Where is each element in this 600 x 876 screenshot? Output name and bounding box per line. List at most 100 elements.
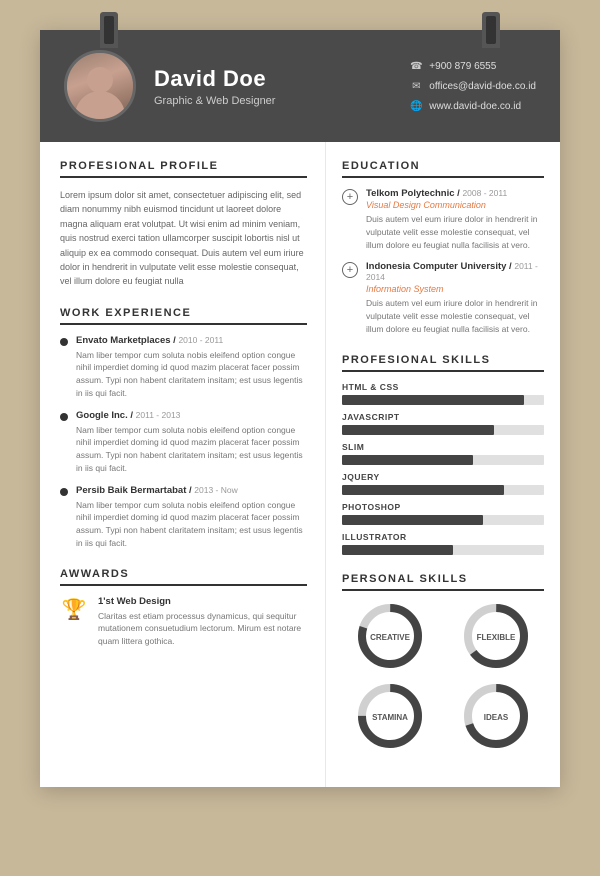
left-column: PROFESIONAL PROFILE Lorem ipsum dolor si… <box>40 142 326 787</box>
skill-bar-fill <box>342 515 483 525</box>
avatar-image <box>67 53 133 119</box>
donut-label: STAMINA <box>372 713 408 722</box>
edu-subject: Information System <box>366 284 544 294</box>
profile-section-title: PROFESIONAL PROFILE <box>60 160 307 178</box>
skill-item: JAVASCRIPT <box>342 412 544 435</box>
contact-website: 🌐 www.david-doe.co.id <box>409 99 536 113</box>
donut-chart: FLEXIBLE <box>461 601 531 671</box>
email-icon: ✉ <box>409 79 423 93</box>
resume: David Doe Graphic & Web Designer ☎ +900 … <box>40 30 560 787</box>
awards-section-title: AWWARDS <box>60 568 307 586</box>
work-item: Envato Marketplaces / 2010 - 2011 Nam li… <box>60 335 307 400</box>
education-section: EDUCATION + Telkom Polytechnic / 2008 - … <box>342 160 544 336</box>
prof-skills-section: PROFESIONAL SKILLS HTML & CSS JAVASCRIPT… <box>342 354 544 555</box>
donut-chart: CREATIVE <box>355 601 425 671</box>
award-title: 1'st Web Design <box>98 596 307 607</box>
skill-label: ILLUSTRATOR <box>342 532 544 542</box>
work-period: 2013 - Now <box>194 485 237 495</box>
skill-label: JQUERY <box>342 472 544 482</box>
personal-skill-item: STAMINA <box>342 681 438 751</box>
skill-bar-fill <box>342 455 473 465</box>
skill-bar-bg <box>342 545 544 555</box>
contact-phone: ☎ +900 879 6555 <box>409 59 536 73</box>
awards-section: AWWARDS 🏆 1'st Web Design Claritas est e… <box>60 568 307 648</box>
edu-desc: Duis autem vel eum iriure dolor in hendr… <box>366 213 544 251</box>
donut-label: FLEXIBLE <box>477 633 516 642</box>
phone-value: +900 879 6555 <box>429 61 496 72</box>
work-bullet <box>60 338 68 346</box>
personal-skills-section: PERSONAL SKILLS CREATIVE FLEXIBLE STAMIN… <box>342 573 544 751</box>
skill-item: HTML & CSS <box>342 382 544 405</box>
work-company: Persib Baik Bermartabat / 2013 - Now <box>76 485 307 496</box>
right-column: EDUCATION + Telkom Polytechnic / 2008 - … <box>326 142 560 787</box>
personal-skill-item: IDEAS <box>448 681 544 751</box>
edu-item: + Telkom Polytechnic / 2008 - 2011 Visua… <box>342 188 544 251</box>
work-section: WORK EXPERIENCE Envato Marketplaces / 20… <box>60 307 307 550</box>
email-value: offices@david-doe.co.id <box>429 81 536 92</box>
skill-label: PHOTOSHOP <box>342 502 544 512</box>
skill-bar-bg <box>342 485 544 495</box>
skill-item: ILLUSTRATOR <box>342 532 544 555</box>
skill-bar-bg <box>342 515 544 525</box>
globe-icon: 🌐 <box>409 99 423 113</box>
skill-item: JQUERY <box>342 472 544 495</box>
work-item: Google Inc. / 2011 - 2013 Nam liber temp… <box>60 410 307 475</box>
skill-bar-bg <box>342 395 544 405</box>
clip-right <box>482 12 500 48</box>
education-section-title: EDUCATION <box>342 160 544 178</box>
award-content: 1'st Web Design Claritas est etiam proce… <box>98 596 307 648</box>
work-period: 2011 - 2013 <box>136 410 181 420</box>
work-bullet <box>60 413 68 421</box>
edu-school: Telkom Polytechnic / 2008 - 2011 <box>366 188 544 199</box>
avatar <box>64 50 136 122</box>
header-job-title: Graphic & Web Designer <box>154 95 391 107</box>
award-desc: Claritas est etiam processus dynamicus, … <box>98 610 307 648</box>
work-bullet <box>60 488 68 496</box>
skill-bar-fill <box>342 485 504 495</box>
header-name-block: David Doe Graphic & Web Designer <box>154 66 391 107</box>
skill-bar-fill <box>342 425 494 435</box>
edu-school: Indonesia Computer University / 2011 - 2… <box>366 261 544 283</box>
skill-item: SLIM <box>342 442 544 465</box>
work-company: Google Inc. / 2011 - 2013 <box>76 410 307 421</box>
skill-label: HTML & CSS <box>342 382 544 392</box>
resume-body: PROFESIONAL PROFILE Lorem ipsum dolor si… <box>40 142 560 787</box>
page-wrapper: David Doe Graphic & Web Designer ☎ +900 … <box>40 30 560 787</box>
edu-period: 2008 - 2011 <box>462 188 507 198</box>
skill-bar-bg <box>342 455 544 465</box>
clip-left <box>100 12 118 48</box>
skill-item: PHOTOSHOP <box>342 502 544 525</box>
edu-content: Telkom Polytechnic / 2008 - 2011 Visual … <box>366 188 544 251</box>
work-section-title: WORK EXPERIENCE <box>60 307 307 325</box>
prof-skills-title: PROFESIONAL SKILLS <box>342 354 544 372</box>
skill-bar-fill <box>342 395 524 405</box>
skill-bar-fill <box>342 545 453 555</box>
skill-bar-bg <box>342 425 544 435</box>
work-desc: Nam liber tempor cum soluta nobis eleife… <box>76 499 307 550</box>
profile-section: PROFESIONAL PROFILE Lorem ipsum dolor si… <box>60 160 307 289</box>
personal-skill-item: FLEXIBLE <box>448 601 544 671</box>
donut-chart: IDEAS <box>461 681 531 751</box>
edu-plus-icon: + <box>342 189 358 205</box>
edu-desc: Duis autem vel eum iriure dolor in hendr… <box>366 297 544 335</box>
phone-icon: ☎ <box>409 59 423 73</box>
website-value: www.david-doe.co.id <box>429 101 521 112</box>
award-icon: 🏆 <box>60 596 88 624</box>
work-content: Persib Baik Bermartabat / 2013 - Now Nam… <box>76 485 307 550</box>
donut-chart: STAMINA <box>355 681 425 751</box>
edu-content: Indonesia Computer University / 2011 - 2… <box>366 261 544 335</box>
header-contact: ☎ +900 879 6555 ✉ offices@david-doe.co.i… <box>409 59 536 113</box>
edu-plus-icon: + <box>342 262 358 278</box>
skills-container: HTML & CSS JAVASCRIPT SLIM JQUERY PHOTOS… <box>342 382 544 555</box>
edu-period: 2011 - 2014 <box>366 261 538 282</box>
edu-subject: Visual Design Communication <box>366 200 544 210</box>
award-item: 🏆 1'st Web Design Claritas est etiam pro… <box>60 596 307 648</box>
skill-label: SLIM <box>342 442 544 452</box>
work-period: 2010 - 2011 <box>178 335 223 345</box>
work-items-container: Envato Marketplaces / 2010 - 2011 Nam li… <box>60 335 307 550</box>
header-name: David Doe <box>154 66 391 92</box>
work-content: Google Inc. / 2011 - 2013 Nam liber temp… <box>76 410 307 475</box>
edu-items-container: + Telkom Polytechnic / 2008 - 2011 Visua… <box>342 188 544 336</box>
skill-label: JAVASCRIPT <box>342 412 544 422</box>
work-desc: Nam liber tempor cum soluta nobis eleife… <box>76 349 307 400</box>
